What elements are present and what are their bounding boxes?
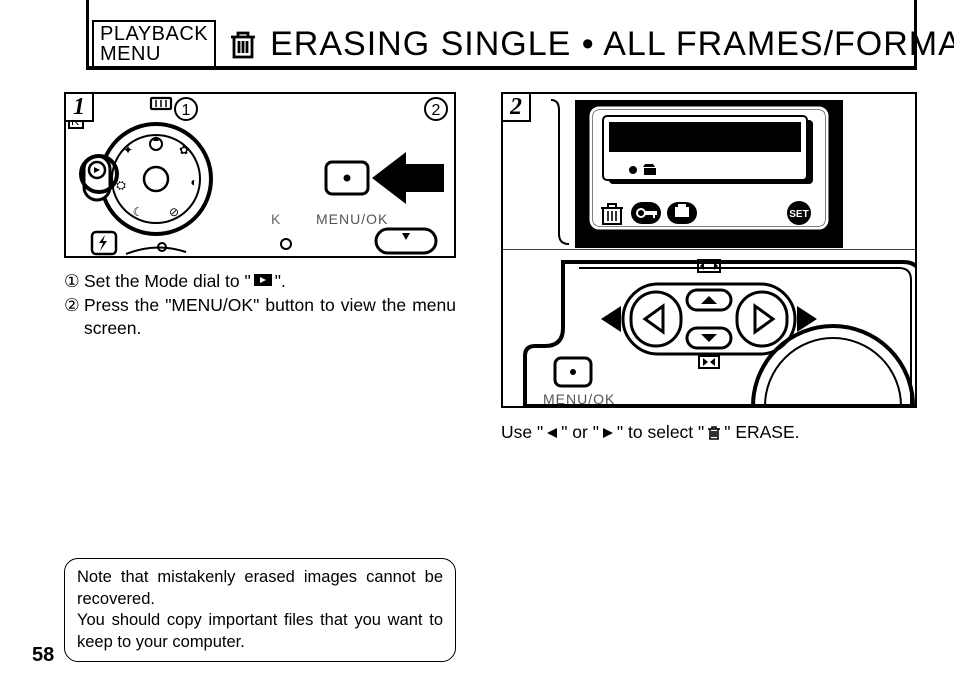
svg-text:SET: SET	[789, 209, 808, 220]
step1-line1-prefix: Set the Mode dial to "	[84, 271, 251, 291]
trash-icon	[226, 27, 260, 61]
svg-text:✦: ✦	[123, 143, 133, 157]
note-box: Note that mistakenly erased images canno…	[64, 558, 456, 662]
svg-text:MENU/OK: MENU/OK	[316, 211, 388, 227]
page-number: 58	[32, 644, 54, 667]
cap2-c: " to select "	[617, 422, 704, 443]
svg-text:✿: ✿	[179, 143, 189, 157]
step1-line1-suffix: ".	[275, 271, 286, 291]
note-line2: You should copy important files that you…	[77, 610, 443, 653]
page-title: ERASING SINGLE • ALL FRAMES/FORMATTING	[270, 25, 954, 64]
erase-trash-icon	[706, 425, 722, 441]
playback-mode-icon	[253, 273, 273, 287]
lcd-set-icon: SET	[787, 201, 811, 225]
dpad-right-button	[737, 292, 787, 346]
right-arrow-icon	[601, 426, 615, 440]
callout-marker-1: 1	[175, 98, 197, 120]
figure-1-illustration: K ✿ ✦ ⛭ ◐ ⊘	[66, 94, 454, 256]
circled-one: ①	[64, 270, 84, 294]
cap2-d: " ERASE.	[724, 422, 799, 443]
svg-text:⊘: ⊘	[169, 205, 179, 219]
svg-text:2: 2	[432, 102, 441, 119]
step1-instructions: ① Set the Mode dial to " ". ② Press the "…	[64, 270, 456, 341]
callout-marker-2: 2	[425, 98, 447, 120]
step1-line2: Press the "MENU/OK" button to view the m…	[84, 294, 456, 341]
figure-1: 1 K	[64, 92, 456, 258]
note-line1: Note that mistakenly erased images canno…	[77, 567, 443, 610]
svg-text:K: K	[271, 211, 281, 227]
step2-caption: Use " " or " " to select " " ERASE.	[501, 422, 917, 443]
svg-text:◐: ◐	[190, 175, 197, 189]
cap2-b: " or "	[561, 422, 599, 443]
circled-two: ②	[64, 294, 84, 341]
figure-2-illustration: SET	[503, 94, 915, 406]
cap2-a: Use "	[501, 422, 543, 443]
svg-text:1: 1	[182, 102, 191, 119]
page-header: PLAYBACK MENU ERASING SINGLE • ALL FRAME…	[92, 20, 912, 68]
figure-2: 2	[501, 92, 917, 408]
playback-menu-badge: PLAYBACK MENU	[92, 20, 216, 68]
left-arrow-icon	[545, 426, 559, 440]
figure-number-2: 2	[501, 92, 531, 122]
svg-text:☾: ☾	[133, 205, 144, 219]
figure-number-1: 1	[64, 92, 94, 122]
dpad-left-button	[631, 292, 681, 346]
svg-text:MENU/OK: MENU/OK	[543, 391, 615, 406]
